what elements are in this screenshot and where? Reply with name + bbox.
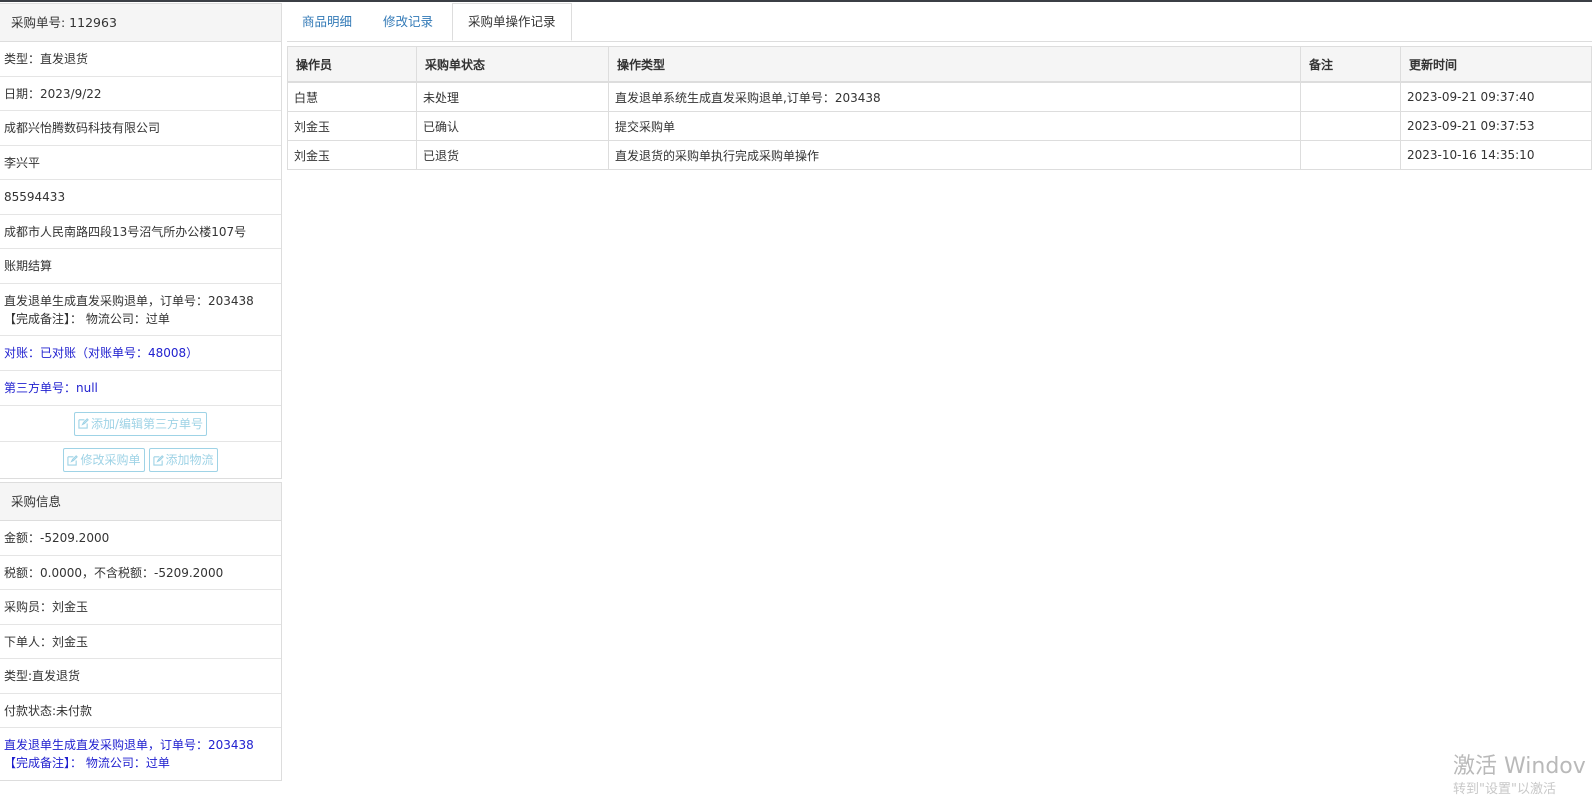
cell-update-time: 2023-10-16 14:35:10: [1400, 140, 1592, 170]
edit-icon: [152, 454, 164, 466]
cell-remark: [1300, 81, 1401, 112]
supplier-address: 成都市人民南路四段13号沼气所办公楼107号: [0, 215, 281, 249]
cell-operation-type: 直发退货的采购单执行完成采购单操作: [608, 140, 1301, 170]
order-remark-line1: 直发退单生成直发采购退单，订单号：203438: [4, 293, 254, 308]
tab-product-details[interactable]: 商品明细: [287, 3, 367, 41]
purchase-remark-line1: 直发退单生成直发采购退单，订单号：203438: [4, 738, 254, 752]
purchase-remark: 直发退单生成直发采购退单，订单号：203438 【完成备注】： 物流公司：过单: [0, 728, 281, 780]
table-row: 白慧 未处理 直发退单系统生成直发采购退单,订单号：203438 2023-09…: [287, 81, 1592, 112]
edit-third-party-button[interactable]: 添加/编辑第三方单号: [73, 411, 208, 436]
add-logistics-label: 添加物流: [165, 453, 214, 467]
cell-status: 未处理: [416, 81, 609, 112]
cell-operator: 白慧: [287, 81, 417, 112]
cell-remark: [1300, 111, 1401, 141]
action-button-row: 修改采购单 添加物流: [0, 442, 281, 478]
reconcile-status: 对账：已对账（对账单号：48008）: [0, 336, 281, 371]
column-header-remark[interactable]: 备注: [1300, 46, 1401, 83]
order-date: 日期：2023/9/22: [0, 77, 281, 111]
purchase-type: 类型:直发退货: [0, 659, 281, 694]
purchase-info-header: 采购信息: [0, 483, 281, 521]
windows-activation-watermark: 激活 Windov: [1453, 754, 1586, 779]
cell-operation-type: 直发退单系统生成直发采购退单,订单号：203438: [608, 81, 1301, 112]
cell-remark: [1300, 140, 1401, 170]
order-remark: 直发退单生成直发采购退单，订单号：203438 【完成备注】： 物流公司：过单: [0, 284, 281, 336]
third-party-button-row: 添加/编辑第三方单号: [0, 406, 281, 442]
third-party-number: 第三方单号：null: [0, 371, 281, 406]
amount: 金额：-5209.2000: [0, 521, 281, 556]
tax-amount: 税额：0.0000，不含税额：-5209.2000: [0, 556, 281, 590]
cell-status: 已确认: [416, 111, 609, 141]
order-type: 类型：直发退货: [0, 42, 281, 77]
windows-activation-subtext: 转到"设置"以激活: [1453, 782, 1556, 797]
operation-log-table: 操作员 采购单状态 操作类型 备注 更新时间 白慧 未处理 直发退单系统生成直发…: [287, 46, 1592, 170]
tab-modify-log[interactable]: 修改记录: [368, 3, 448, 41]
column-header-status[interactable]: 采购单状态: [416, 46, 609, 83]
cell-operation-type: 提交采购单: [608, 111, 1301, 141]
cell-operator: 刘金玉: [287, 111, 417, 141]
settlement-type: 账期结算: [0, 249, 281, 284]
purchase-info-panel: 采购信息 金额：-5209.2000 税额：0.0000，不含税额：-5209.…: [0, 482, 282, 781]
contact-person: 李兴平: [0, 146, 281, 180]
tab-operation-log[interactable]: 采购单操作记录: [452, 3, 572, 41]
edit-order-label: 修改采购单: [80, 453, 141, 467]
purchase-remark-line2: 【完成备注】： 物流公司：过单: [4, 756, 170, 770]
edit-third-party-label: 添加/编辑第三方单号: [90, 416, 204, 431]
order-remark-line2: 【完成备注】： 物流公司：过单: [4, 311, 170, 326]
table-row: 刘金玉 已确认 提交采购单 2023-09-21 09:37:53: [287, 111, 1592, 141]
top-border: [0, 0, 1592, 2]
tab-bar: 商品明细 修改记录 采购单操作记录: [287, 3, 1592, 42]
table-header-row: 操作员 采购单状态 操作类型 备注 更新时间: [287, 46, 1592, 83]
column-header-operator[interactable]: 操作员: [287, 46, 417, 83]
cell-update-time: 2023-09-21 09:37:53: [1400, 111, 1592, 141]
add-logistics-button[interactable]: 添加物流: [148, 448, 218, 472]
cell-status: 已退货: [416, 140, 609, 170]
orderer: 下单人：刘金玉: [0, 625, 281, 659]
payment-status: 付款状态:未付款: [0, 694, 281, 728]
edit-icon: [67, 454, 79, 466]
edit-icon: [78, 418, 89, 429]
cell-update-time: 2023-09-21 09:37:40: [1400, 81, 1592, 112]
edit-order-button[interactable]: 修改采购单: [63, 448, 145, 472]
order-number-header: 采购单号: 112963: [0, 4, 281, 42]
buyer: 采购员：刘金玉: [0, 590, 281, 625]
order-info-panel: 采购单号: 112963 类型：直发退货 日期：2023/9/22 成都兴怡腾数…: [0, 3, 282, 479]
supplier-company: 成都兴怡腾数码科技有限公司: [0, 111, 281, 146]
column-header-update-time[interactable]: 更新时间: [1400, 46, 1592, 83]
contact-phone: 85594433: [0, 180, 281, 215]
column-header-operation-type[interactable]: 操作类型: [608, 46, 1301, 83]
table-row: 刘金玉 已退货 直发退货的采购单执行完成采购单操作 2023-10-16 14:…: [287, 140, 1592, 170]
cell-operator: 刘金玉: [287, 140, 417, 170]
